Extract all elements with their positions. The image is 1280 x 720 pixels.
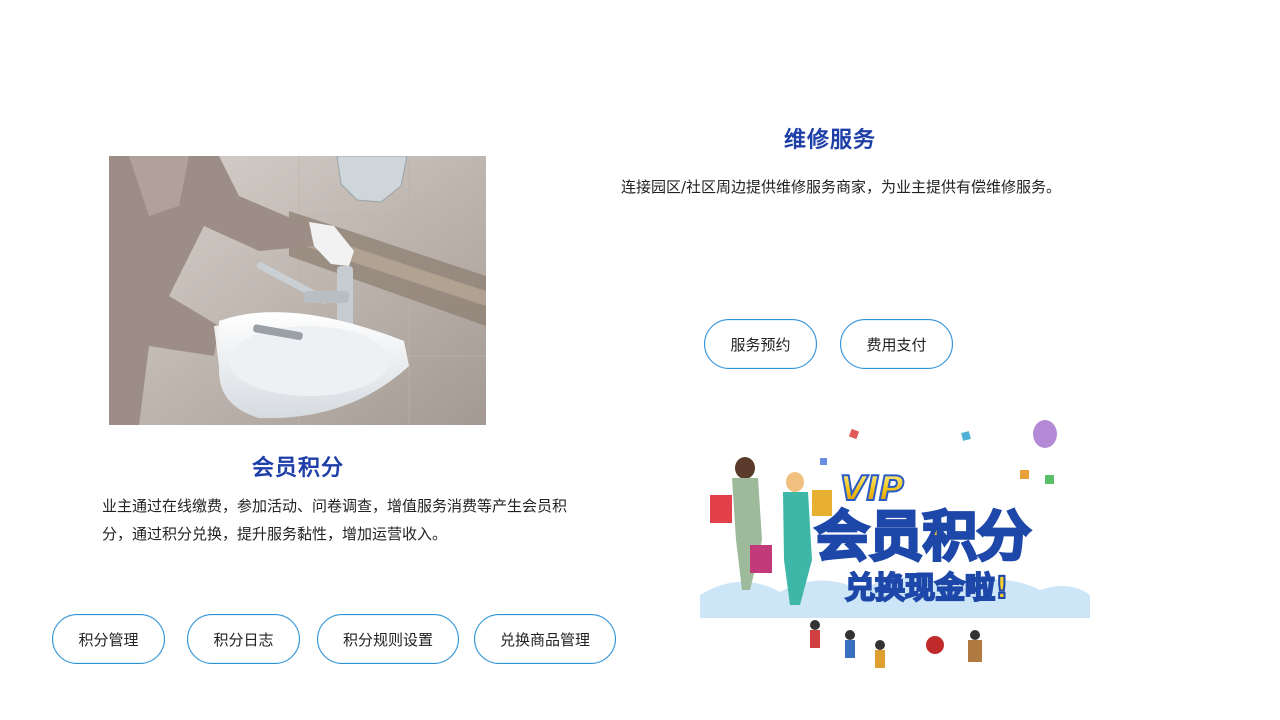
banner-sub-text: 兑换现金啦! — [845, 571, 1009, 606]
vip-banner-illustration: VIP 会员积分 兑换现金啦! — [700, 420, 1090, 682]
banner-main-text: 会员积分 — [815, 505, 1031, 568]
member-points-description: 业主通过在线缴费，参加活动、问卷调查，增值服务消费等产生会员积分，通过积分兑换，… — [102, 497, 568, 543]
service-booking-button[interactable]: 服务预约 — [704, 319, 817, 369]
redeem-goods-button[interactable]: 兑换商品管理 — [474, 614, 616, 664]
vip-points-banner: VIP 会员积分 兑换现金啦! — [700, 420, 1090, 682]
member-points-title: 会员积分 — [251, 456, 344, 481]
points-log-button[interactable]: 积分日志 — [187, 614, 300, 664]
repair-service-title: 维修服务 — [783, 128, 876, 153]
repair-service-description: 连接园区/社区周边提供维修服务商家，为业主提供有偿维修服务。 — [621, 178, 1062, 196]
points-rules-button[interactable]: 积分规则设置 — [317, 614, 459, 664]
vip-text: VIP — [840, 469, 904, 509]
fee-payment-button[interactable]: 费用支付 — [840, 319, 953, 369]
repair-photo — [109, 156, 486, 425]
plumber-illustration — [109, 156, 486, 425]
points-management-button[interactable]: 积分管理 — [52, 614, 165, 664]
